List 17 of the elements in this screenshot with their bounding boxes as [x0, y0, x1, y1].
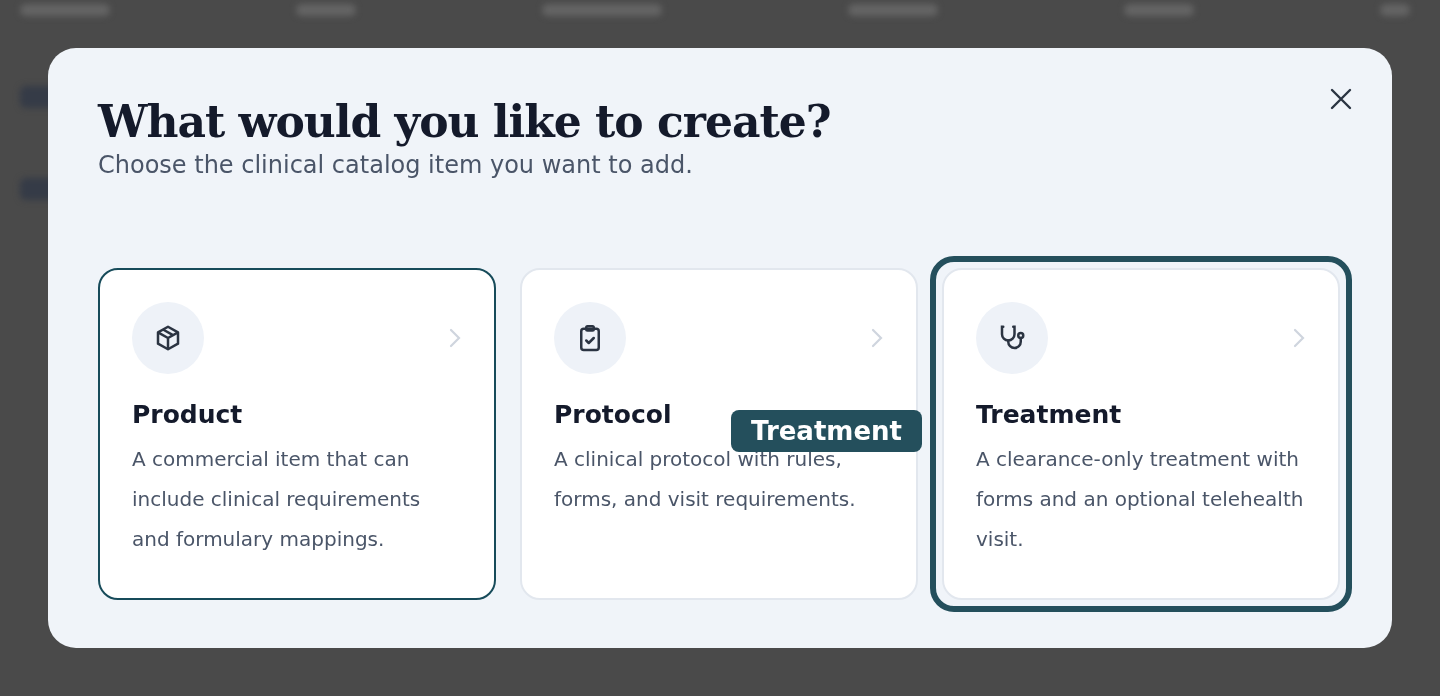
chevron-right-icon: [1292, 327, 1306, 349]
chevron-right-icon: [448, 327, 462, 349]
dialog-subtitle: Choose the clinical catalog item you want to add.: [98, 150, 694, 180]
option-title: Product: [132, 400, 244, 429]
chevron-right-icon: [870, 327, 884, 349]
dialog-title: What would you like to create?: [98, 95, 832, 149]
close-icon: [1329, 87, 1353, 111]
option-card[interactable]: Product A commercial item that can include clinical requirements and formulary mappings.: [98, 268, 496, 600]
option-description: A clearance-only treatment with forms and an optional telehealth visit.: [976, 446, 1305, 553]
option-title: Protocol: [554, 400, 673, 429]
option-card[interactable]: Treatment A clearance-only treatment with forms and an optional telehealth visit.: [942, 268, 1340, 600]
tooltip: Treatment: [731, 410, 922, 452]
blurred-background-text: [1380, 4, 1410, 16]
blurred-background-text: [1124, 4, 1194, 16]
option-description: A commercial item that can include clinical requirements and formulary mappings.: [132, 446, 422, 553]
option-title: Treatment: [976, 400, 1123, 429]
blurred-background-text: [296, 4, 356, 16]
